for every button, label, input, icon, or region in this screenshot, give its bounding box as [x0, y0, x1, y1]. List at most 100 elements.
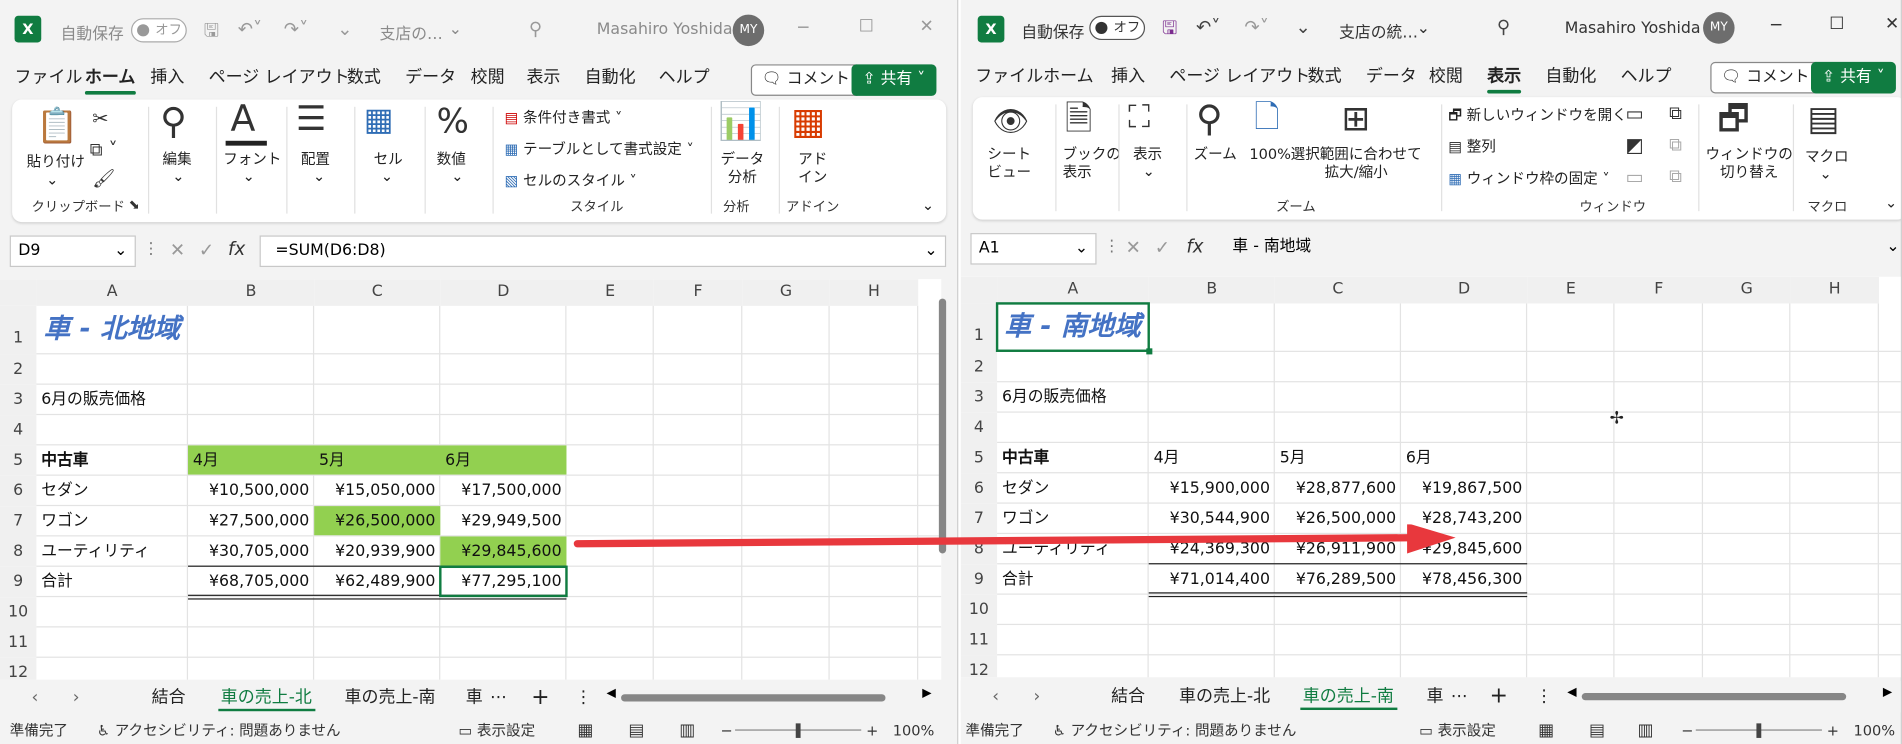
- tab-view[interactable]: 表示: [1487, 63, 1522, 94]
- show-icon[interactable]: ⛶: [1128, 102, 1150, 134]
- name-box[interactable]: D9 ⌄: [9, 235, 136, 268]
- redo-icon[interactable]: ↷˅: [1245, 15, 1269, 39]
- row-header[interactable]: 4: [0, 415, 37, 446]
- eye-icon[interactable]: 👁: [992, 107, 1029, 136]
- tab-help[interactable]: ヘルプ: [659, 64, 710, 88]
- function-icon[interactable]: fx: [1186, 235, 1203, 257]
- subtitle-cell[interactable]: 6月の販売価格: [997, 382, 1111, 412]
- maximize-icon[interactable]: ☐: [859, 17, 874, 36]
- horizontal-scrollbar[interactable]: ◀ ▶: [607, 687, 932, 704]
- tab-review[interactable]: 校閲: [1429, 63, 1463, 87]
- sheet-tab-north[interactable]: 車の売上-北: [1179, 681, 1270, 713]
- column-header[interactable]: H: [1790, 276, 1879, 304]
- page-break-view-icon[interactable]: ▥: [1638, 717, 1654, 744]
- share-button[interactable]: ⇪ 共有 ˅: [1811, 61, 1896, 94]
- save-icon[interactable]: 🖫: [1162, 16, 1178, 40]
- value-cell[interactable]: ¥29,845,600: [440, 536, 566, 566]
- tab-formulas[interactable]: 数式: [347, 64, 381, 88]
- prev-sheet-icon[interactable]: ‹: [32, 682, 39, 714]
- row-header[interactable]: 7: [0, 506, 37, 537]
- column-header[interactable]: D: [440, 279, 567, 306]
- maximize-icon[interactable]: ☐: [1829, 15, 1844, 34]
- row-header[interactable]: 8: [0, 536, 37, 567]
- cells-button[interactable]: セル: [374, 150, 403, 168]
- data-analysis-icon[interactable]: 📊: [718, 104, 763, 140]
- value-cell[interactable]: ¥10,500,000: [188, 476, 314, 506]
- side-by-side-icon[interactable]: ⧉: [1669, 104, 1682, 122]
- column-header[interactable]: F: [1614, 276, 1704, 304]
- column-header[interactable]: A: [997, 276, 1149, 304]
- font-button[interactable]: フォント: [223, 150, 281, 168]
- switch-windows-icon[interactable]: 🗗: [1718, 101, 1750, 136]
- tab-review[interactable]: 校閲: [471, 64, 505, 88]
- unhide-icon[interactable]: ▭: [1625, 167, 1643, 186]
- zoom-button[interactable]: ズーム: [1194, 146, 1237, 164]
- sheet-tab-south[interactable]: 車の売上-南: [344, 682, 435, 714]
- save-icon[interactable]: 🖫: [204, 18, 220, 42]
- workbook-view-button[interactable]: ブックの 表示: [1063, 146, 1121, 182]
- macro-icon[interactable]: ▤: [1807, 101, 1839, 136]
- value-cell[interactable]: ¥29,949,500: [440, 506, 566, 536]
- header-cell[interactable]: 5月: [1275, 443, 1311, 473]
- column-header[interactable]: F: [653, 279, 743, 306]
- align-icon[interactable]: ☰: [296, 101, 326, 136]
- table-row[interactable]: ユーティリティ: [36, 536, 188, 566]
- value-cell[interactable]: ¥20,939,900: [314, 536, 440, 566]
- add-sheet-icon[interactable]: +: [1490, 681, 1508, 713]
- row-header[interactable]: 12: [960, 655, 998, 678]
- zoom-in-icon[interactable]: +: [866, 717, 878, 744]
- add-sheet-icon[interactable]: +: [531, 682, 549, 714]
- align-button[interactable]: 配置: [301, 150, 330, 168]
- header-cell[interactable]: 4月: [188, 445, 224, 475]
- column-header[interactable]: B: [1148, 276, 1275, 304]
- sheet-title[interactable]: 車 - 北地域: [39, 306, 185, 355]
- tab-automate[interactable]: 自動化: [1545, 63, 1596, 87]
- formula-input[interactable]: =SUM(D6:D8) ⌄: [259, 235, 947, 268]
- autosave-toggle[interactable]: オフ: [1089, 15, 1146, 41]
- normal-view-icon[interactable]: ▦: [1538, 717, 1554, 744]
- row-header[interactable]: 9: [0, 566, 37, 598]
- header-cell[interactable]: 6月: [440, 445, 476, 475]
- addins-button[interactable]: アドイン: [798, 150, 827, 186]
- comment-button[interactable]: 🗨 コメント: [1710, 61, 1821, 94]
- zoom-out-icon[interactable]: −: [721, 717, 733, 744]
- subtitle-cell[interactable]: 6月の販売価格: [36, 385, 150, 415]
- worksheet-grid[interactable]: A B C D E F G H 1 2 3 4 5 6 7 8 9 10 11 12 車 - 南地域 6月の販売価格 中古車…: [960, 276, 1901, 678]
- freeze-panes-button[interactable]: ▦ ウィンドウ枠の固定 ˅: [1448, 170, 1609, 188]
- select-all[interactable]: [0, 279, 37, 306]
- more-sheets-icon[interactable]: ⋯: [490, 682, 507, 714]
- search-icon[interactable]: ⚲: [529, 17, 542, 41]
- sheet-tab-more[interactable]: 車: [466, 682, 483, 714]
- value-cell[interactable]: ¥71,014,400: [1149, 564, 1275, 594]
- header-cell[interactable]: 中古車: [997, 443, 1054, 473]
- paste-icon[interactable]: 📋: [36, 109, 78, 143]
- column-header[interactable]: B: [188, 279, 315, 306]
- percent-icon[interactable]: %: [437, 104, 469, 138]
- zoom-in-icon[interactable]: +: [1827, 717, 1839, 744]
- switch-windows-button[interactable]: ウィンドウの 切り替え: [1705, 146, 1792, 182]
- enter-icon[interactable]: ✓: [199, 239, 214, 261]
- value-cell[interactable]: ¥19,867,500: [1401, 473, 1527, 503]
- column-header[interactable]: H: [829, 279, 919, 306]
- share-button[interactable]: ⇪ 共有 ˅: [851, 64, 937, 96]
- zoom-level[interactable]: 100%: [1853, 717, 1895, 744]
- avatar[interactable]: MY: [732, 14, 765, 47]
- header-cell[interactable]: 6月: [1401, 443, 1437, 473]
- tab-view[interactable]: 表示: [526, 64, 560, 88]
- cell-styles-button[interactable]: ▧ セルのスタイル ˅: [505, 172, 637, 190]
- zoom-100-icon[interactable]: 🗋: [1254, 102, 1279, 134]
- sheet-tab-combined[interactable]: 結合: [1111, 681, 1145, 713]
- sheet-view-button[interactable]: シート ビュー: [987, 146, 1031, 182]
- value-cell[interactable]: ¥62,489,900: [314, 567, 440, 597]
- column-header[interactable]: A: [36, 279, 189, 306]
- close-icon[interactable]: ✕: [919, 17, 933, 36]
- table-row[interactable]: 合計: [36, 567, 188, 597]
- collapse-ribbon-icon[interactable]: ⌄: [1885, 194, 1897, 212]
- table-row[interactable]: セダン: [997, 473, 1149, 503]
- redo-icon[interactable]: ↷˅: [284, 17, 308, 41]
- zoom-selection-icon[interactable]: ⊞: [1342, 101, 1370, 136]
- vertical-scrollbar[interactable]: [936, 282, 951, 680]
- select-all[interactable]: [960, 276, 998, 304]
- normal-view-icon[interactable]: ▦: [577, 717, 593, 744]
- accessibility-status[interactable]: ♿ アクセシビリティ: 問題ありません: [97, 717, 341, 744]
